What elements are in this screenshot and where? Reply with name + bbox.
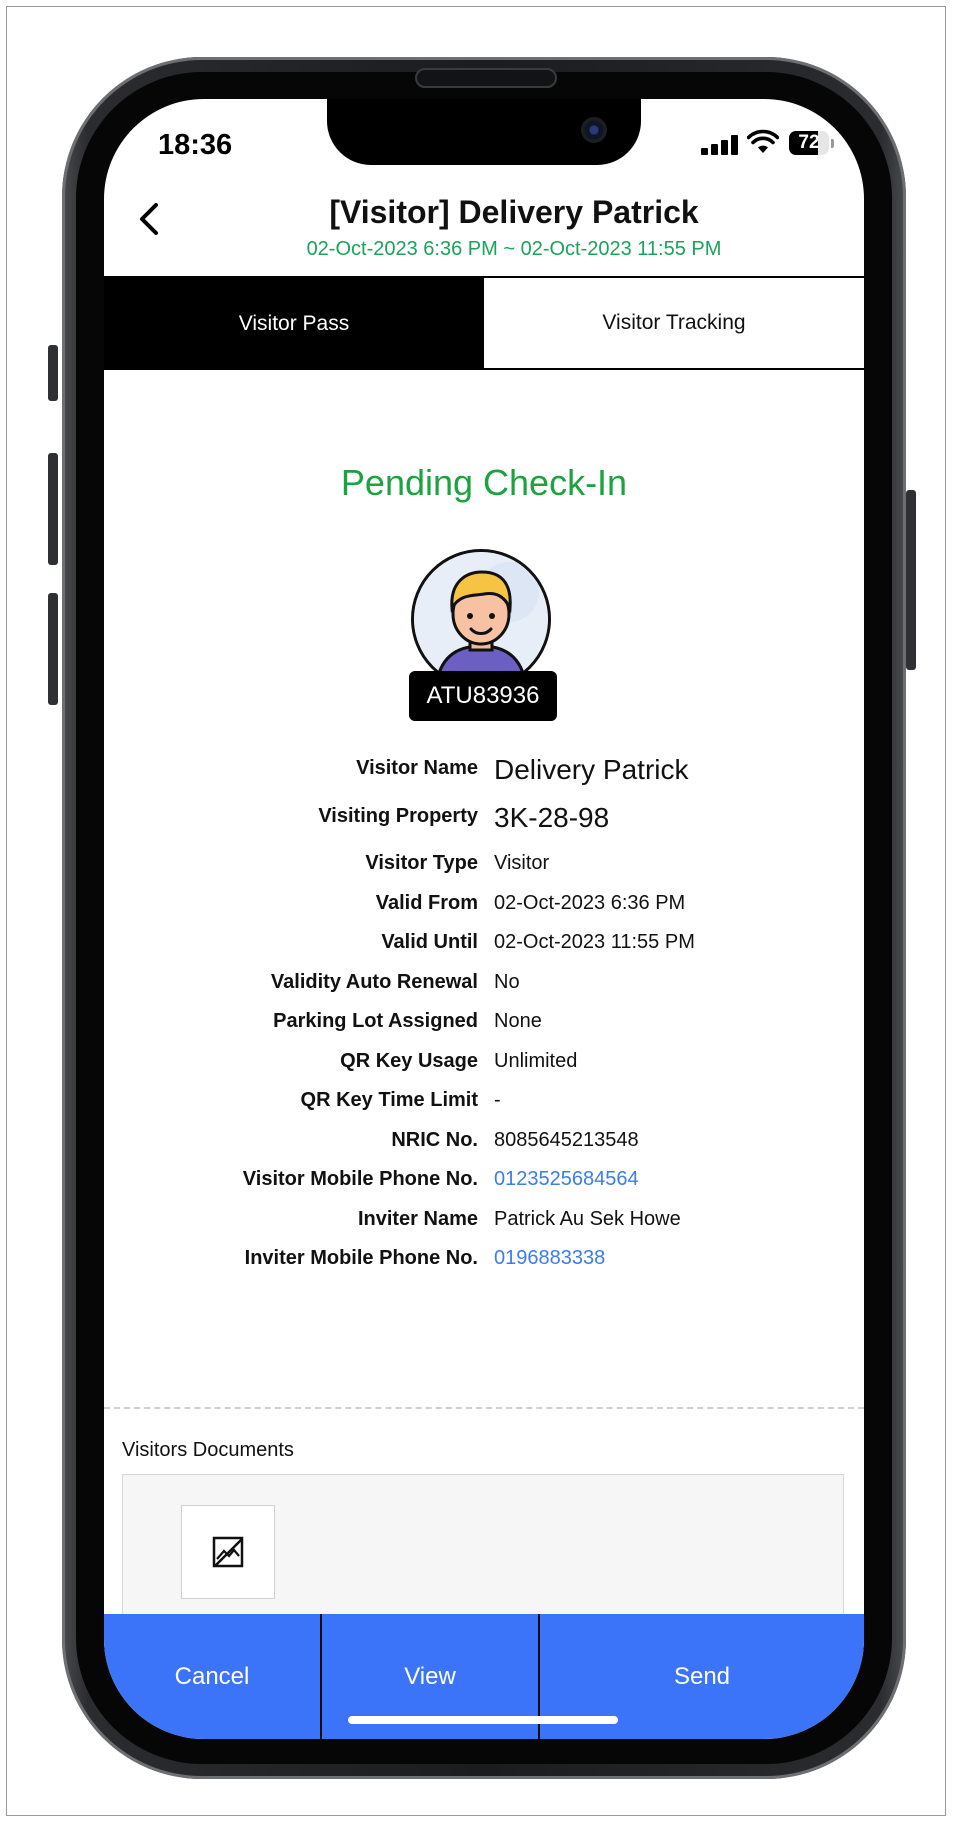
- signal-icon: [701, 135, 739, 155]
- status-icons: 72: [701, 129, 841, 159]
- mute-switch: [48, 345, 58, 401]
- documents-panel: [122, 1474, 844, 1634]
- volume-down-button: [48, 593, 58, 705]
- wifi-icon: [747, 129, 779, 153]
- broken-image-icon: [212, 1536, 244, 1568]
- detail-label: Valid Until: [381, 931, 478, 953]
- earpiece-speaker: [415, 68, 557, 88]
- pass-status: Pending Check-In: [340, 462, 628, 503]
- detail-label: Parking Lot Assigned: [273, 1010, 478, 1032]
- inviter-phone-link[interactable]: 0196883338: [494, 1247, 605, 1270]
- tab-bar: Visitor Pass Visitor Tracking: [104, 278, 864, 370]
- visitor-id-badge: ATU83936: [409, 671, 557, 721]
- notch: [327, 99, 641, 165]
- detail-label: QR Key Time Limit: [300, 1089, 478, 1111]
- detail-value: 3K-28-98: [494, 802, 610, 833]
- detail-value: -: [494, 1089, 501, 1111]
- detail-label: QR Key Usage: [340, 1050, 478, 1072]
- detail-label: Visiting Property: [318, 805, 478, 827]
- detail-value: 8085645213548: [494, 1129, 639, 1151]
- visitor-phone-link[interactable]: 0123525684564: [494, 1168, 639, 1191]
- detail-label: Visitor Mobile Phone No.: [242, 1168, 478, 1190]
- cancel-button[interactable]: Cancel: [104, 1614, 320, 1739]
- app-screen: 18:36 72 [Visitor] Delivery Patrick 02-O…: [104, 99, 864, 1739]
- battery-icon: 72: [789, 131, 829, 155]
- detail-value: No: [494, 971, 520, 993]
- validity-range: 02-Oct-2023 6:36 PM ~ 02-Oct-2023 11:55 …: [306, 238, 722, 260]
- detail-label: Visitor Name: [356, 757, 478, 779]
- avatar-circle: [411, 549, 551, 689]
- status-time: 18:36: [158, 129, 233, 161]
- front-camera: [581, 117, 607, 143]
- detail-label: Valid From: [375, 892, 478, 914]
- back-button[interactable]: [134, 199, 164, 239]
- tab-visitor-tracking[interactable]: Visitor Tracking: [484, 278, 864, 370]
- section-divider: [104, 1407, 864, 1409]
- detail-value: 02-Oct-2023 11:55 PM: [494, 931, 695, 953]
- detail-value: Patrick Au Sek Howe: [494, 1208, 681, 1230]
- detail-label: Validity Auto Renewal: [270, 971, 478, 993]
- volume-up-button: [48, 453, 58, 565]
- detail-value: Delivery Patrick: [494, 754, 689, 785]
- detail-label: Visitor Type: [365, 852, 478, 874]
- power-button: [906, 490, 916, 670]
- detail-value: Visitor: [494, 852, 550, 874]
- detail-value: 02-Oct-2023 6:36 PM: [494, 892, 686, 914]
- visitor-avatar-icon: [414, 552, 548, 686]
- battery-level: 72: [798, 132, 820, 153]
- document-thumbnail[interactable]: [181, 1505, 275, 1599]
- detail-label: NRIC No.: [391, 1129, 478, 1151]
- detail-label: Inviter Mobile Phone No.: [244, 1247, 478, 1269]
- chevron-left-icon: [140, 203, 158, 235]
- battery-tip: [831, 139, 834, 148]
- detail-label: Inviter Name: [357, 1208, 478, 1230]
- tab-visitor-pass[interactable]: Visitor Pass: [104, 278, 484, 370]
- documents-label: Visitors Documents: [122, 1439, 294, 1461]
- home-indicator[interactable]: [348, 1716, 618, 1724]
- page-title: [Visitor] Delivery Patrick: [329, 194, 699, 230]
- detail-value: None: [494, 1010, 542, 1032]
- detail-value: Unlimited: [494, 1050, 578, 1072]
